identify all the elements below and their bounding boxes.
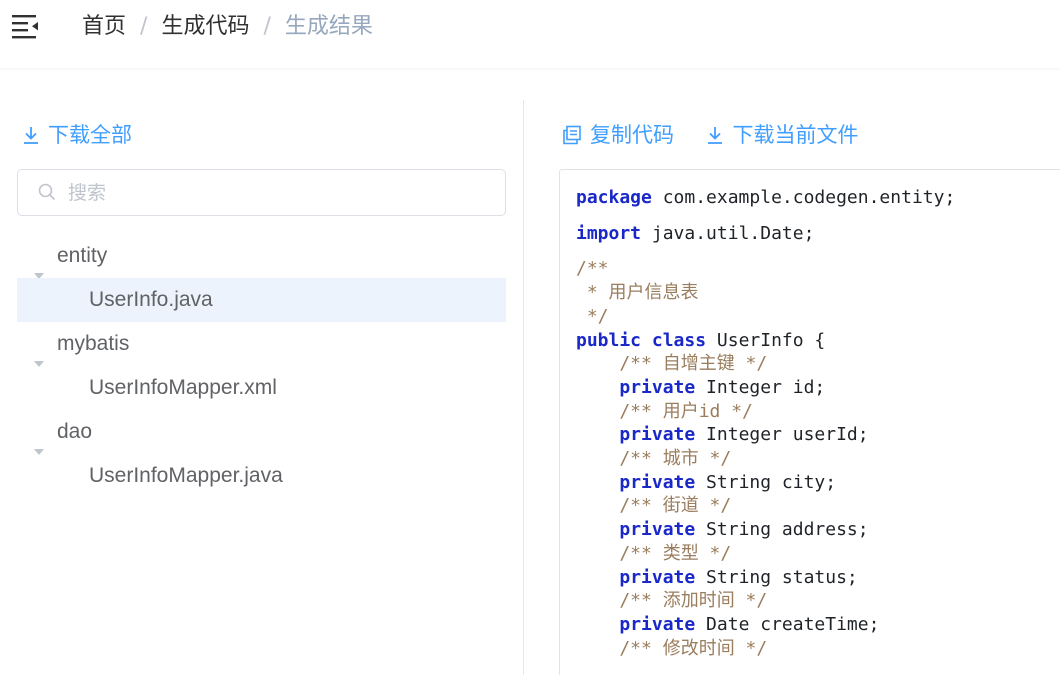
code-comment: /** 类型 */ [576, 542, 732, 564]
code-comment: /** 自增主键 */ [576, 353, 768, 375]
breadcrumb: 首页 / 生成代码 / 生成结果 [82, 12, 373, 42]
download-icon [706, 123, 724, 153]
breadcrumb-separator: / [263, 14, 271, 39]
download-all-label: 下载全部 [48, 123, 132, 147]
code-comment: /** [576, 258, 609, 280]
code-keyword: package [576, 187, 652, 208]
code-viewer[interactable]: package com.example.codegen.entity; impor… [559, 169, 1060, 675]
code-text: UserInfo { [706, 329, 826, 351]
breadcrumb-generate-code[interactable]: 生成代码 [161, 14, 249, 39]
code-keyword: private [619, 471, 696, 493]
tree-node-label: mybatis [57, 332, 130, 355]
code-keyword: class [651, 329, 707, 351]
code-line-field: private String status; [576, 566, 955, 590]
code-keyword: import [576, 222, 642, 244]
code-keyword: private [619, 613, 696, 635]
code-comment: */ [576, 305, 609, 327]
code-keyword: public [576, 329, 642, 351]
tree-node-label: UserInfoMapper.java [89, 464, 283, 487]
code-line-field: private String address; [576, 518, 955, 542]
code-line-field: private Integer id; [576, 376, 955, 400]
code-text: Integer userId; [695, 424, 869, 446]
code-line-import: import java.util.Date; [576, 222, 955, 246]
search-icon [38, 183, 56, 206]
download-icon [22, 123, 40, 153]
file-tree-panel: 下载全部 entity UserInfo.java mybatis UserIn… [0, 100, 524, 675]
code-actions: 复制代码 下载当前文件 [562, 120, 886, 152]
tree-file-userinfomapper-java[interactable]: UserInfoMapper.java [17, 454, 506, 498]
tree-folder-dao[interactable]: dao [17, 410, 506, 455]
download-all-button[interactable]: 下载全部 [22, 120, 132, 153]
search-field[interactable] [17, 169, 506, 216]
code-text: String status; [695, 566, 858, 588]
breadcrumb-separator: / [140, 14, 148, 39]
code-comment: /** 用户id */ [576, 400, 753, 422]
breadcrumb-home[interactable]: 首页 [82, 14, 126, 39]
code-keyword: private [619, 566, 696, 588]
tree-node-label: UserInfoMapper.xml [89, 376, 277, 399]
tree-file-userinfomapper-xml[interactable]: UserInfoMapper.xml [17, 366, 506, 410]
tree-node-label: dao [57, 420, 93, 443]
hamburger-fold-icon[interactable] [12, 13, 40, 39]
tree-node-label: UserInfo.java [89, 288, 213, 311]
code-line-field: private Date createTime; [576, 613, 955, 637]
file-tree: entity UserInfo.java mybatis UserInfoMap… [17, 234, 506, 498]
code-line-package: package com.example.codegen.entity; [576, 186, 955, 210]
code-line-field: private Integer userId; [576, 423, 955, 447]
copy-code-button[interactable]: 复制代码 [562, 120, 674, 153]
code-keyword: private [619, 424, 696, 446]
code-comment: /** 修改时间 */ [576, 637, 768, 659]
tree-node-label: entity [57, 244, 108, 267]
code-content: package com.example.codegen.entity; impor… [576, 186, 955, 660]
tree-file-userinfo-java[interactable]: UserInfo.java [17, 278, 506, 322]
download-current-file-button[interactable]: 下载当前文件 [706, 120, 858, 153]
code-comment: /** 街道 */ [576, 495, 732, 517]
copy-code-label: 复制代码 [590, 123, 674, 147]
breadcrumb-generate-result: 生成结果 [284, 14, 373, 39]
download-current-label: 下载当前文件 [732, 123, 859, 147]
top-navbar: 首页 / 生成代码 / 生成结果 [0, 0, 1060, 68]
copy-document-icon [562, 123, 582, 153]
code-text: String city; [695, 471, 837, 493]
tree-folder-entity[interactable]: entity [17, 234, 506, 279]
code-comment: /** 城市 */ [576, 448, 732, 470]
code-keyword: private [619, 519, 696, 541]
code-text: String address; [695, 519, 869, 541]
search-input[interactable] [68, 178, 488, 208]
code-comment: * 用户信息表 [576, 282, 699, 304]
code-comment: /** 添加时间 */ [576, 590, 768, 612]
code-line-class: public class UserInfo { [576, 329, 955, 353]
code-text: com.example.codegen.entity; [651, 187, 956, 208]
code-text: Date createTime; [695, 613, 880, 635]
code-keyword: private [619, 376, 696, 398]
code-text: Integer id; [695, 376, 826, 398]
code-text: java.util.Date; [641, 222, 815, 244]
tree-folder-mybatis[interactable]: mybatis [17, 322, 506, 367]
code-line-field: private String city; [576, 471, 955, 495]
